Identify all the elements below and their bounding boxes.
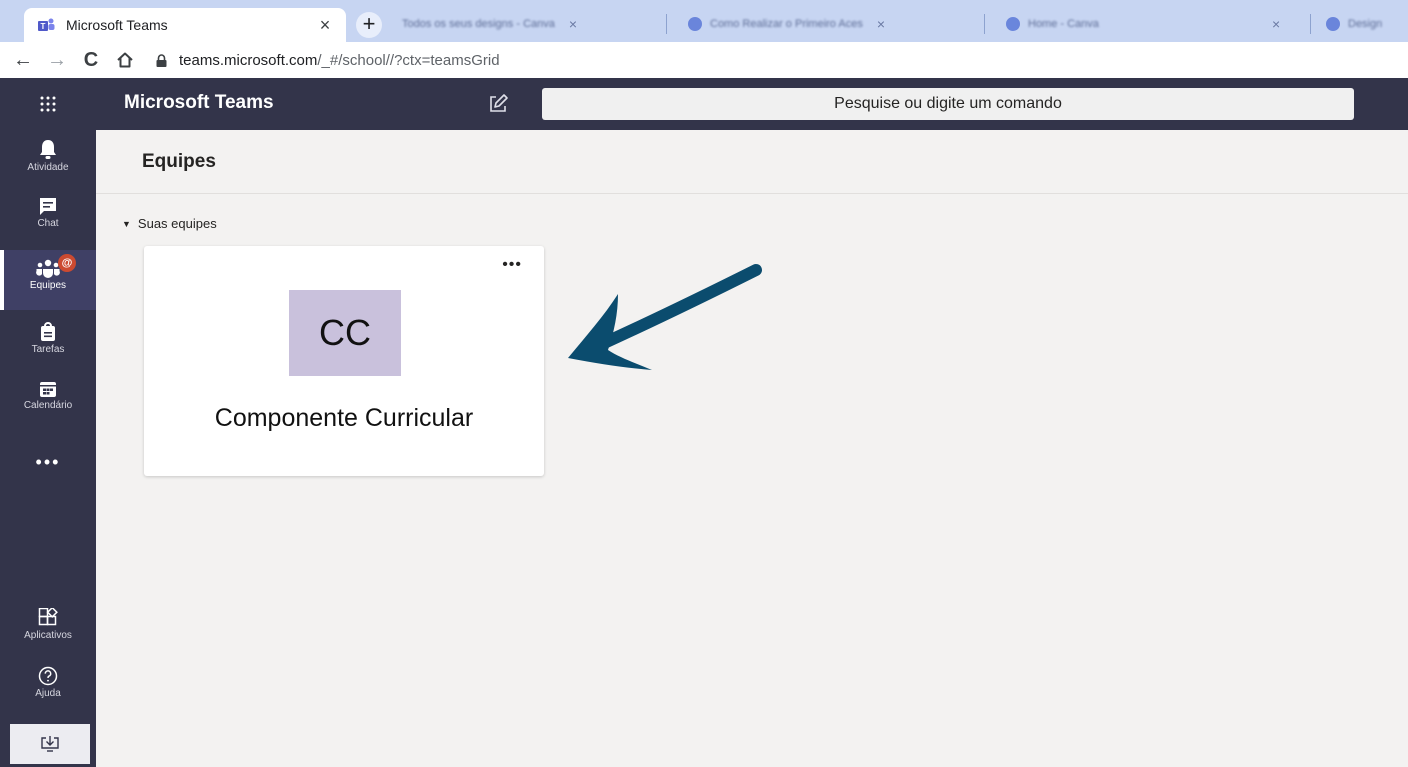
address-bar[interactable]: teams.microsoft.com/_#/school//?ctx=team… xyxy=(156,52,500,69)
teams-favicon-icon: T xyxy=(38,18,55,31)
tab-close-icon[interactable]: × xyxy=(569,16,577,32)
teams-icon xyxy=(36,259,60,278)
header-more-icon[interactable]: ⋮ xyxy=(1402,152,1408,169)
annotation-arrow-icon xyxy=(568,264,762,370)
help-icon xyxy=(38,666,58,686)
caret-down-icon: ▼ xyxy=(122,218,131,229)
team-card[interactable]: ••• CC Componente Curricular xyxy=(144,246,544,476)
search-input[interactable]: Pesquise ou digite um comando xyxy=(542,88,1354,120)
rail-item-calendario[interactable]: Calendário xyxy=(0,380,96,432)
bell-icon xyxy=(40,140,56,159)
rail-label: Atividade xyxy=(27,162,69,173)
url-host: teams.microsoft.com xyxy=(179,51,318,69)
forward-button[interactable]: → xyxy=(40,45,74,75)
tab-close-icon[interactable]: × xyxy=(316,15,334,36)
tab-close-icon[interactable]: × xyxy=(1272,16,1280,32)
apps-icon xyxy=(38,608,58,626)
more-options-icon[interactable]: ••• xyxy=(502,256,522,274)
app-rail: Atividade Chat @ Equipes Tarefas Calendá… xyxy=(0,130,96,767)
waffle-icon xyxy=(40,96,56,112)
browser-tab-background-title: Home - Canva xyxy=(1028,18,1099,30)
browser-tabstrip: T Microsoft Teams × + Todos os seus desi… xyxy=(0,0,1408,42)
page-title: Equipes xyxy=(142,151,216,172)
browser-tab-background-title: Design xyxy=(1348,18,1383,30)
browser-toolbar: ← → C teams.microsoft.com/_#/school//?ct… xyxy=(0,42,1408,78)
rail-item-aplicativos[interactable]: Aplicativos xyxy=(0,608,96,656)
rail-label: Tarefas xyxy=(31,344,65,355)
home-icon xyxy=(117,52,133,68)
rail-label: Calendário xyxy=(23,400,73,411)
browser-tab-background[interactable]: Como Realizar o Primeiro Aces × xyxy=(678,10,978,38)
rail-item-tarefas[interactable]: Tarefas xyxy=(0,322,96,374)
your-teams-section-toggle[interactable]: ▼ Suas equipes xyxy=(122,216,217,231)
lock-icon xyxy=(156,53,167,67)
team-avatar: CC xyxy=(289,290,401,376)
rail-label: Aplicativos xyxy=(24,630,72,641)
more-apps-button[interactable]: ••• xyxy=(0,452,96,473)
back-button[interactable]: ← xyxy=(6,45,40,75)
tab-favicon-icon xyxy=(1326,17,1340,31)
browser-tab-teams[interactable]: T Microsoft Teams × xyxy=(24,8,346,42)
home-button[interactable] xyxy=(108,45,142,75)
chat-icon xyxy=(40,198,56,215)
browser-tab-background-title: Todos os seus designs - Canva xyxy=(402,18,555,30)
browser-tab-background[interactable]: Home - Canva × xyxy=(996,10,1306,38)
browser-tab-title: Microsoft Teams xyxy=(66,17,168,33)
compose-icon[interactable] xyxy=(486,92,510,116)
rail-item-equipes[interactable]: @ Equipes xyxy=(0,250,96,310)
tab-favicon-icon xyxy=(688,17,702,31)
app-title: Microsoft Teams xyxy=(124,92,274,113)
download-app-button[interactable] xyxy=(10,724,90,764)
browser-tab-background[interactable]: Design xyxy=(1316,10,1408,38)
teams-header: Microsoft Teams Pesquise ou digite um co… xyxy=(0,78,1408,130)
rail-item-atividade[interactable]: Atividade xyxy=(0,138,96,190)
rail-item-ajuda[interactable]: Ajuda xyxy=(0,666,96,714)
assignments-icon xyxy=(41,322,55,341)
tab-close-icon[interactable]: × xyxy=(877,16,885,32)
app-launcher-button[interactable] xyxy=(0,78,96,130)
reload-button[interactable]: C xyxy=(74,45,108,75)
browser-tab-background-title: Como Realizar o Primeiro Aces xyxy=(710,18,863,30)
rail-label: Equipes xyxy=(29,280,67,291)
rail-label: Chat xyxy=(37,218,59,229)
section-label: Suas equipes xyxy=(137,216,217,231)
main-header: Equipes ⋮ xyxy=(96,130,1408,194)
main-content: Equipes ⋮ ▼ Suas equipes ••• CC Componen… xyxy=(96,130,1408,767)
mention-badge: @ xyxy=(58,254,76,272)
calendar-icon xyxy=(40,382,56,397)
new-tab-button[interactable]: + xyxy=(356,12,382,38)
download-icon xyxy=(41,736,59,752)
svg-text:T: T xyxy=(41,22,46,31)
rail-item-chat[interactable]: Chat xyxy=(0,196,96,248)
rail-label: Ajuda xyxy=(35,688,61,699)
team-name: Componente Curricular xyxy=(214,404,474,432)
url-path: /_#/school//?ctx=teamsGrid xyxy=(317,51,500,69)
browser-tab-background[interactable]: Todos os seus designs - Canva × xyxy=(392,10,662,38)
tab-favicon-icon xyxy=(1006,17,1020,31)
